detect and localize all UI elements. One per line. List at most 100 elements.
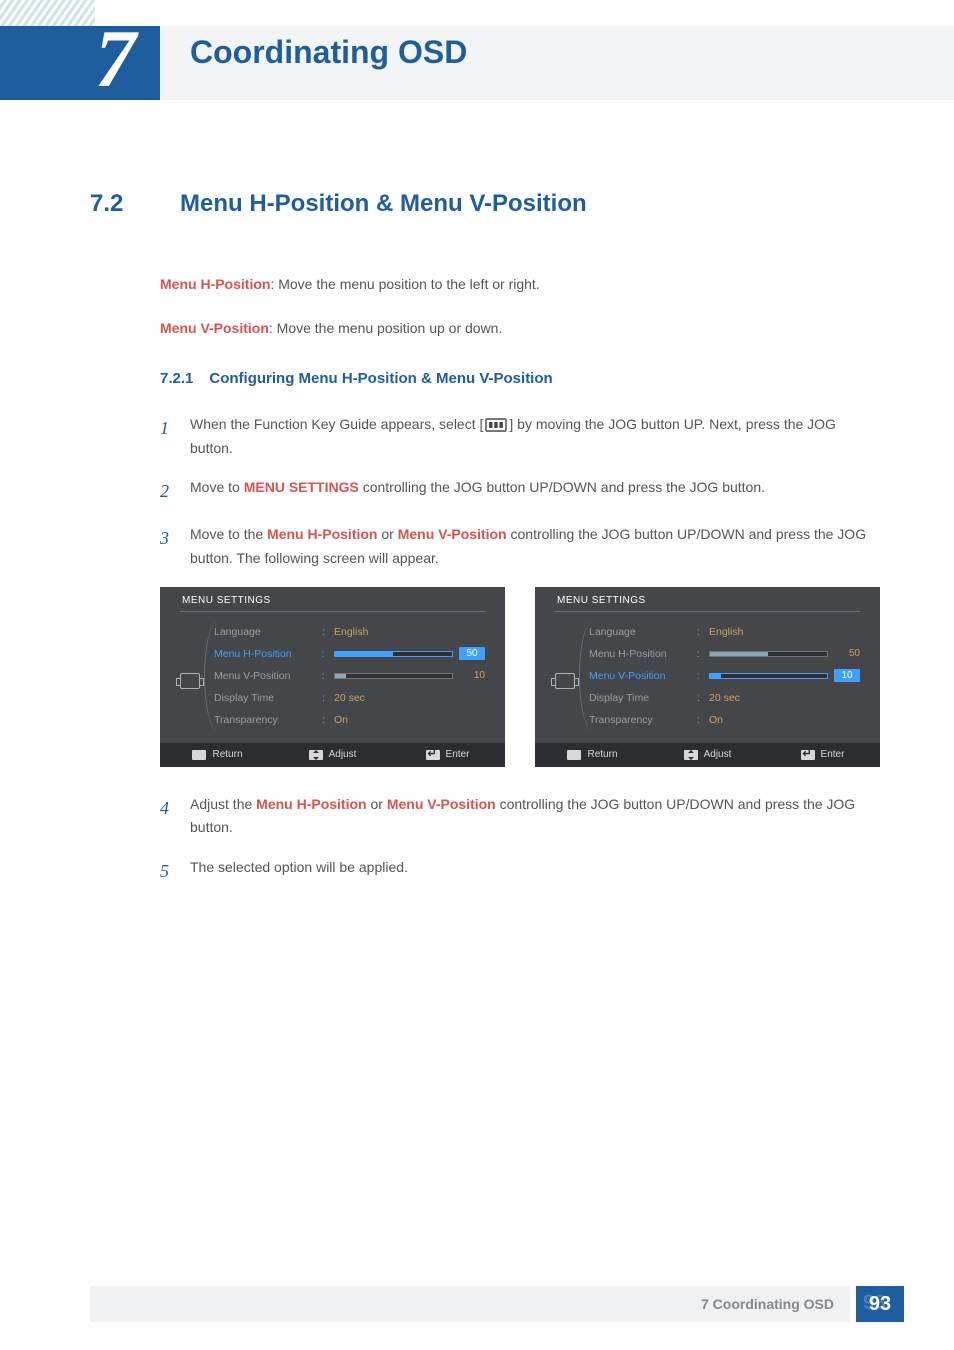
page-footer: 7 Coordinating OSD 93 93 xyxy=(90,1286,904,1322)
intro-h-desc: : Move the menu position to the left or … xyxy=(270,276,539,292)
osd-row-hpos: Menu H-Position:50 xyxy=(589,643,860,665)
row-label: Menu V-Position xyxy=(589,670,691,682)
section-title: Menu H-Position & Menu V-Position xyxy=(180,190,587,218)
step-text: Move to the Menu H-Position or Menu V-Po… xyxy=(190,523,880,571)
intro-h: Menu H-Position: Move the menu position … xyxy=(160,273,880,295)
section-number: 7.2 xyxy=(90,190,150,218)
step-text: The selected option will be applied. xyxy=(190,856,880,887)
osd-return-hint: Return xyxy=(535,743,650,767)
osd-row-vpos: Menu V-Position: 10 xyxy=(214,665,485,687)
osd-screenshots: MENU SETTINGS Language:English Menu H-Po… xyxy=(160,587,880,767)
chapter-title: Coordinating OSD xyxy=(190,34,467,71)
slider-icon xyxy=(334,673,454,679)
page-number: 93 93 xyxy=(856,1286,904,1322)
row-label: Transparency xyxy=(214,714,316,726)
step-5: 5 The selected option will be applied. xyxy=(160,856,880,887)
section-heading: 7.2 Menu H-Position & Menu V-Position xyxy=(90,190,880,218)
step-3c: or xyxy=(377,526,397,542)
row-value: 20 sec xyxy=(709,692,740,704)
step-2: 2 Move to MENU SETTINGS controlling the … xyxy=(160,476,880,507)
osd-category-icon xyxy=(555,673,575,689)
osd-row-language: Language: English xyxy=(589,621,860,643)
step-4d: Menu V-Position xyxy=(387,796,496,812)
row-label: Menu V-Position xyxy=(214,670,316,682)
osd-rows: Language:English Menu H-Position:50 Menu… xyxy=(589,621,860,731)
slider-icon xyxy=(709,651,829,657)
step-3b: Menu H-Position xyxy=(267,526,377,542)
step-num: 4 xyxy=(160,793,190,841)
osd-row-transparency: Transparency: On xyxy=(214,709,485,731)
row-label: Display Time xyxy=(589,692,691,704)
row-value: 50 xyxy=(834,648,860,659)
osd-separator xyxy=(555,611,860,612)
step-1: 1 When the Function Key Guide appears, s… xyxy=(160,413,880,461)
row-value: On xyxy=(334,714,348,726)
osd-footer: Return Adjust Enter xyxy=(535,743,880,767)
row-value: 50 xyxy=(459,647,485,660)
intro-v-label: Menu V-Position xyxy=(160,320,269,336)
subsection-title: Configuring Menu H-Position & Menu V-Pos… xyxy=(209,370,552,387)
chapter-badge xyxy=(0,26,160,100)
return-label: Return xyxy=(212,749,242,760)
step-4: 4 Adjust the Menu H-Position or Menu V-P… xyxy=(160,793,880,841)
row-colon: : xyxy=(322,670,328,682)
enter-label: Enter xyxy=(821,749,845,760)
osd-footer: Return Adjust Enter xyxy=(160,743,505,767)
row-colon: : xyxy=(697,648,703,660)
row-label: Transparency xyxy=(589,714,691,726)
osd-row-transparency: Transparency: On xyxy=(589,709,860,731)
adjust-label: Adjust xyxy=(704,749,732,760)
osd-row-display-time: Display Time:20 sec xyxy=(589,687,860,709)
row-colon: : xyxy=(322,626,328,638)
osd-return-hint: Return xyxy=(160,743,275,767)
adjust-icon xyxy=(684,750,698,760)
step-num: 1 xyxy=(160,413,190,461)
row-colon: : xyxy=(697,714,703,726)
row-colon: : xyxy=(697,626,703,638)
footer-text: 7 Coordinating OSD xyxy=(701,1296,834,1312)
osd-adjust-hint: Adjust xyxy=(650,743,765,767)
slider-icon xyxy=(709,673,829,679)
step-3d: Menu V-Position xyxy=(398,526,507,542)
osd-enter-hint: Enter xyxy=(765,743,880,767)
osd-row-vpos: Menu V-Position:10 xyxy=(589,665,860,687)
step-4a: Adjust the xyxy=(190,796,256,812)
row-value: 10 xyxy=(459,670,485,681)
osd-adjust-hint: Adjust xyxy=(275,743,390,767)
osd-title: MENU SETTINGS xyxy=(182,595,271,606)
step-2c: controlling the JOG button UP/DOWN and p… xyxy=(359,479,765,495)
return-label: Return xyxy=(587,749,617,760)
enter-icon xyxy=(801,750,815,760)
step-2b: MENU SETTINGS xyxy=(244,479,359,495)
row-colon: : xyxy=(322,692,328,704)
row-value: English xyxy=(709,626,743,638)
enter-icon xyxy=(426,750,440,760)
page-content: 7.2 Menu H-Position & Menu V-Position Me… xyxy=(90,190,880,903)
row-colon: : xyxy=(322,648,328,660)
return-icon xyxy=(192,750,206,760)
row-label: Language xyxy=(214,626,316,638)
menu-icon xyxy=(485,418,507,432)
intro-v: Menu V-Position: Move the menu position … xyxy=(160,317,880,339)
row-label: Language xyxy=(589,626,691,638)
adjust-label: Adjust xyxy=(329,749,357,760)
osd-screenshot-hpos: MENU SETTINGS Language:English Menu H-Po… xyxy=(160,587,505,767)
osd-enter-hint: Enter xyxy=(390,743,505,767)
subsection-heading: 7.2.1 Configuring Menu H-Position & Menu … xyxy=(160,370,880,387)
adjust-icon xyxy=(309,750,323,760)
return-icon xyxy=(567,750,581,760)
intro-v-desc: : Move the menu position up or down. xyxy=(269,320,502,336)
row-value: English xyxy=(334,626,368,638)
osd-row-hpos: Menu H-Position:50 xyxy=(214,643,485,665)
subsection-number: 7.2.1 xyxy=(160,370,193,387)
row-colon: : xyxy=(697,692,703,704)
row-colon: : xyxy=(322,714,328,726)
step-2a: Move to xyxy=(190,479,244,495)
page-number-text: 93 xyxy=(869,1293,891,1316)
step-num: 3 xyxy=(160,523,190,571)
step-3a: Move to the xyxy=(190,526,267,542)
step-3: 3 Move to the Menu H-Position or Menu V-… xyxy=(160,523,880,571)
slider-icon xyxy=(334,651,454,657)
row-value: On xyxy=(709,714,723,726)
step-text: Adjust the Menu H-Position or Menu V-Pos… xyxy=(190,793,880,841)
